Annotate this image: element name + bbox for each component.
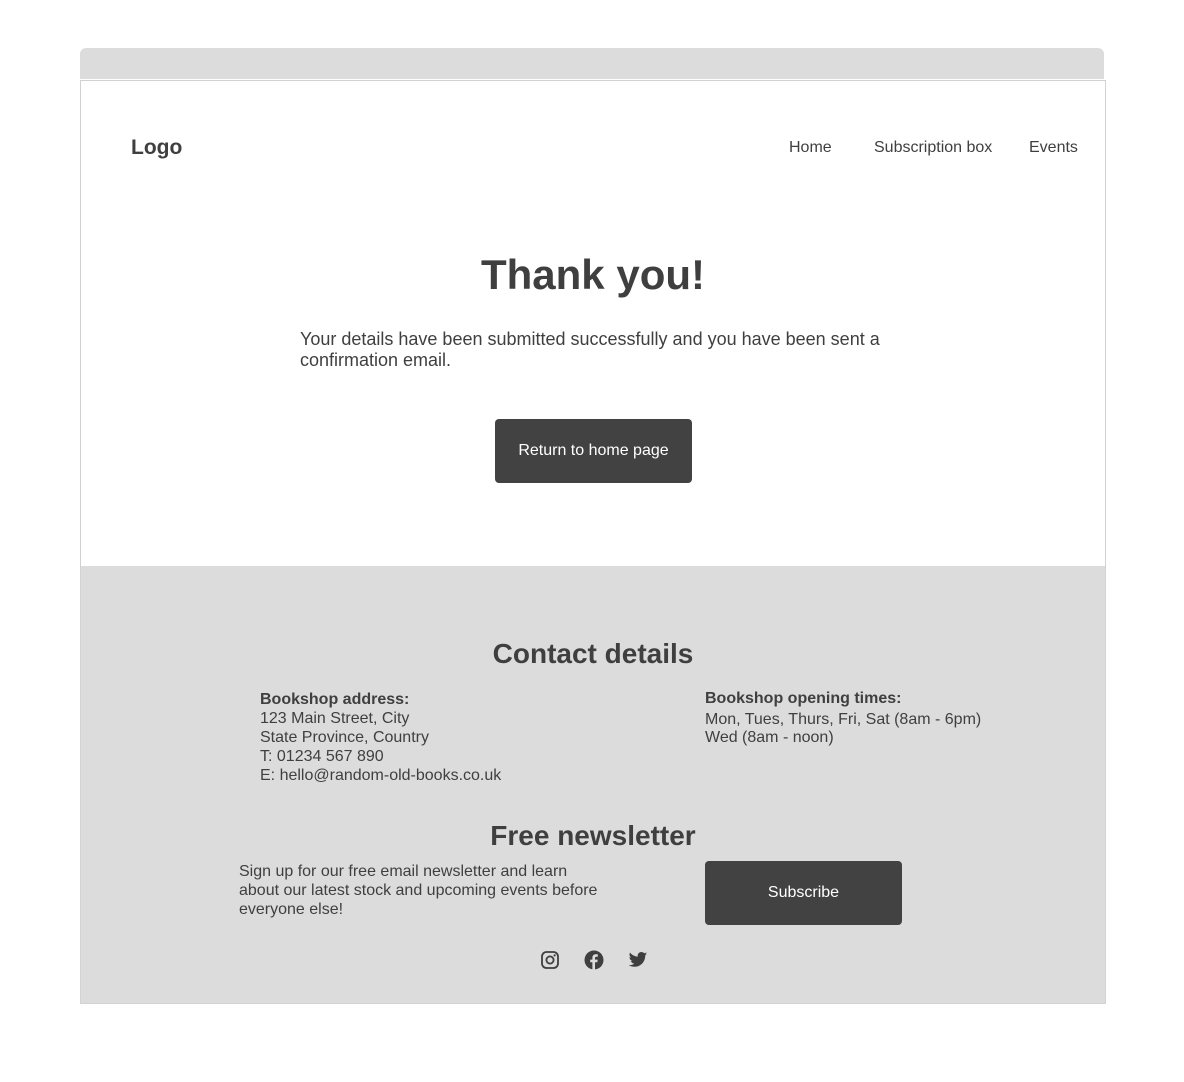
page-frame: Logo Home Subscription box Events Thank …: [80, 80, 1106, 1004]
opening-times-line: Mon, Tues, Thurs, Fri, Sat (8am - 6pm): [705, 711, 982, 728]
contact-details-heading: Contact details: [492, 638, 694, 669]
nav-subscription-box-link[interactable]: Subscription box: [874, 139, 992, 157]
subscribe-button[interactable]: Subscribe: [705, 861, 902, 925]
opening-times: Bookshop opening times: Mon, Tues, Thurs…: [705, 690, 981, 747]
logo[interactable]: Logo: [131, 136, 182, 160]
newsletter-description: Sign up for our free email newsletter an…: [239, 863, 598, 918]
nav-home-link[interactable]: Home: [789, 139, 832, 157]
address-line: State Province, Country: [260, 729, 429, 746]
site-header: Logo Home Subscription box Events: [81, 81, 1105, 221]
page-title: Thank you!: [480, 251, 705, 298]
address-heading: Bookshop address:: [260, 691, 410, 708]
newsletter-heading: Free newsletter: [490, 820, 696, 851]
twitter-icon[interactable]: [628, 950, 648, 970]
address-line: 123 Main Street, City: [260, 710, 410, 727]
opening-times-line: Wed (8am - noon): [705, 729, 834, 746]
site-footer: Contact details Bookshop address: 123 Ma…: [81, 566, 1105, 1003]
browser-top-bar: [80, 48, 1104, 79]
return-home-button[interactable]: Return to home page: [495, 419, 692, 483]
bookshop-address: Bookshop address: 123 Main Street, City …: [260, 690, 501, 785]
facebook-icon[interactable]: [584, 950, 604, 970]
confirmation-message: Your details have been submitted success…: [300, 329, 880, 370]
email-address[interactable]: E: hello@random-old-books.co.uk: [260, 766, 501, 785]
phone-number: T: 01234 567 890: [260, 748, 384, 765]
instagram-icon[interactable]: [540, 950, 560, 970]
nav-events-link[interactable]: Events: [1029, 139, 1078, 157]
opening-times-heading: Bookshop opening times:: [705, 690, 902, 707]
